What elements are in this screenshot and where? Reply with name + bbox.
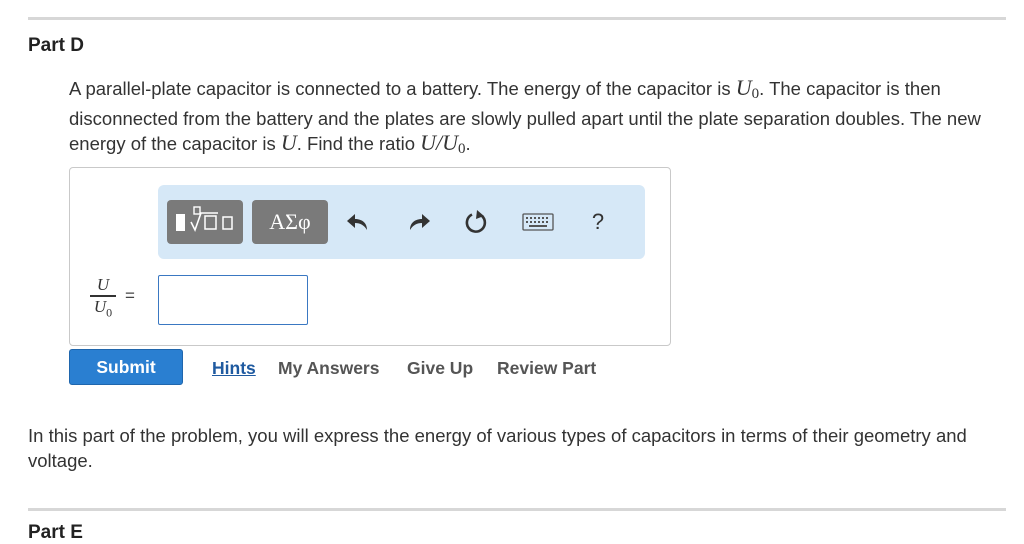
templates-icon — [174, 204, 236, 241]
keyboard-icon[interactable] — [520, 205, 556, 239]
answer-input[interactable] — [158, 275, 308, 325]
undo-icon[interactable] — [342, 205, 374, 239]
greek-symbols-icon: ΑΣφ — [269, 209, 311, 234]
hints-link[interactable]: Hints — [212, 358, 256, 379]
u-symbol: U — [280, 130, 297, 155]
give-up-link[interactable]: Give Up — [407, 358, 473, 379]
question-text-1: A parallel-plate capacitor is connected … — [69, 78, 736, 99]
top-divider — [28, 17, 1006, 20]
my-answers-link[interactable]: My Answers — [278, 358, 379, 379]
greek-symbols-button[interactable]: ΑΣφ — [252, 200, 328, 244]
reset-icon[interactable] — [460, 205, 492, 239]
fraction-denominator: U0 — [93, 296, 113, 319]
question-text-4: . — [465, 133, 471, 154]
answer-label-fraction: U U0 — [88, 276, 118, 321]
redo-icon[interactable] — [403, 205, 435, 239]
math-toolbar: ΑΣφ ? — [158, 185, 645, 259]
submit-button[interactable]: Submit — [69, 349, 183, 385]
templates-button[interactable] — [167, 200, 243, 244]
u0-symbol: U0 — [735, 75, 760, 102]
question-text: A parallel-plate capacitor is connected … — [69, 75, 1004, 162]
help-icon[interactable]: ? — [582, 205, 614, 239]
question-text-3: . Find the ratio — [296, 133, 421, 154]
part-title: Part D — [28, 35, 84, 56]
review-part-link[interactable]: Review Part — [497, 358, 596, 379]
next-part-title: Part E — [28, 522, 83, 543]
answer-box: ΑΣφ ? U U0 = — [69, 167, 671, 346]
equals-sign: = — [125, 286, 135, 305]
bottom-divider — [28, 508, 1006, 511]
ratio-expression: U/U0 — [420, 130, 466, 157]
fraction-numerator: U — [96, 275, 110, 294]
intro-text: In this part of the problem, you will ex… — [28, 425, 967, 471]
